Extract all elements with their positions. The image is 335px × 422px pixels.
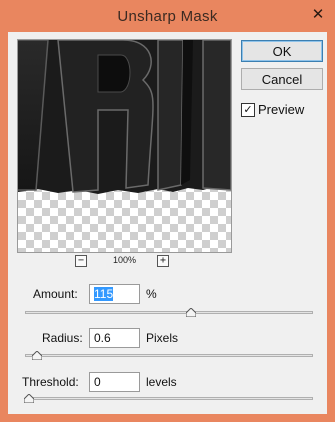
amount-value: 115 <box>94 287 114 301</box>
radius-slider-track[interactable] <box>25 354 313 357</box>
amount-slider-thumb[interactable] <box>186 308 196 317</box>
zoom-in-icon[interactable]: + <box>157 255 169 267</box>
amount-unit: % <box>146 287 157 301</box>
title-bar[interactable]: Unsharp Mask ✕ <box>0 0 335 32</box>
cancel-button[interactable]: Cancel <box>241 68 323 90</box>
amount-slider-track[interactable] <box>25 311 313 314</box>
radius-input[interactable]: 0.6 <box>89 328 140 348</box>
threshold-slider-thumb[interactable] <box>24 394 34 403</box>
dialog-body: − 100% + OK Cancel ✓ Preview Amount: 115… <box>8 32 327 414</box>
amount-input[interactable]: 115 <box>89 284 140 304</box>
ok-button[interactable]: OK <box>241 40 323 62</box>
zoom-controls: − 100% + <box>17 254 232 270</box>
preview-image[interactable] <box>17 39 232 253</box>
zoom-level: 100% <box>112 255 137 265</box>
close-icon[interactable]: ✕ <box>307 6 329 24</box>
threshold-unit: levels <box>146 375 177 389</box>
radius-unit: Pixels <box>146 331 179 345</box>
preview-checkbox[interactable]: ✓ <box>241 103 255 117</box>
dialog-title: Unsharp Mask <box>117 8 218 25</box>
threshold-slider-track[interactable] <box>25 397 313 400</box>
threshold-input[interactable]: 0 <box>89 372 140 392</box>
preview-label: Preview <box>258 102 305 117</box>
threshold-label: Threshold: <box>22 375 79 389</box>
radius-slider-thumb[interactable] <box>32 351 42 360</box>
dialog-window: Unsharp Mask ✕ − 100% + OK Cancel ✓ Prev… <box>0 0 335 422</box>
preview-canvas <box>18 40 231 252</box>
radius-label: Radius: <box>42 331 83 345</box>
amount-label: Amount: <box>33 287 78 301</box>
